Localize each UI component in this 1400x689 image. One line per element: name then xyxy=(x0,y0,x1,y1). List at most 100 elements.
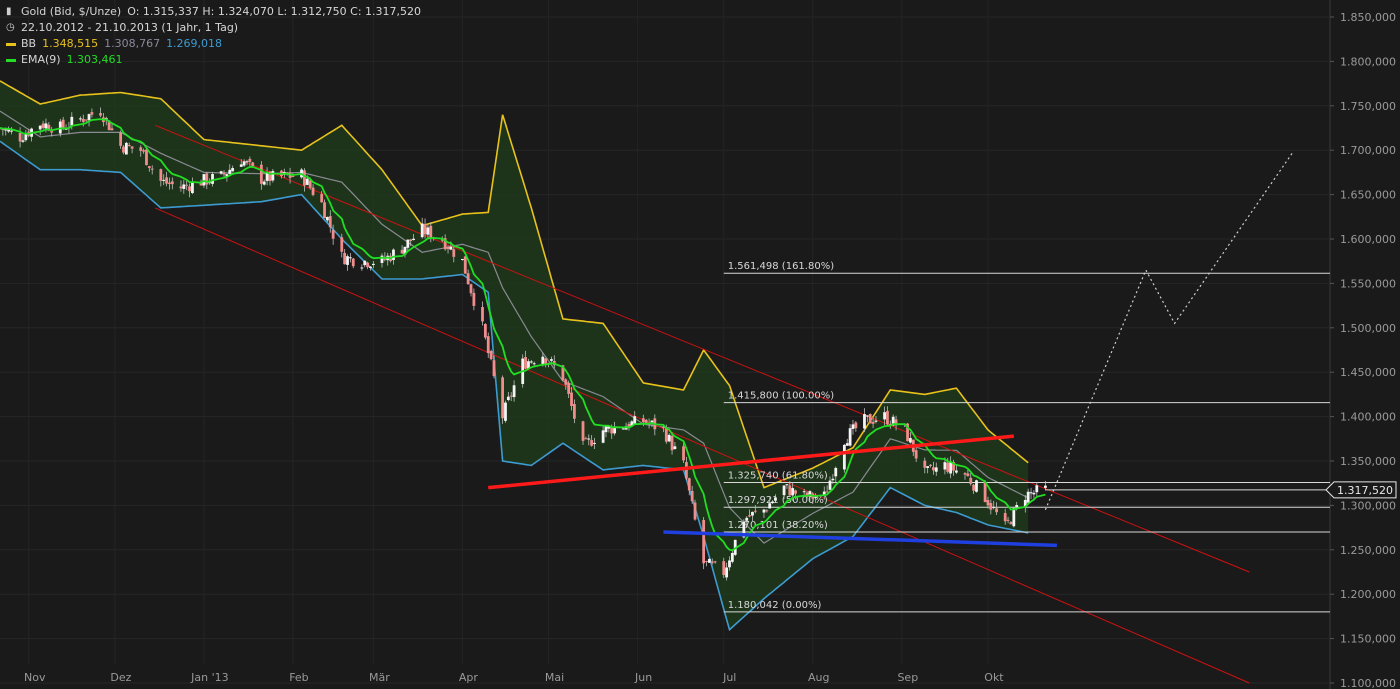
candle-body xyxy=(150,168,154,170)
candle-body xyxy=(791,488,795,496)
candle-body xyxy=(219,171,223,174)
candle-body xyxy=(122,146,125,153)
clock-icon: ◷ xyxy=(6,22,15,33)
candle-body xyxy=(182,184,186,189)
candle-body xyxy=(1003,513,1007,522)
candle-body xyxy=(308,180,312,188)
candle-body xyxy=(949,462,953,474)
candle-body xyxy=(340,237,344,252)
candle-body xyxy=(909,438,912,443)
candle-body xyxy=(44,123,48,129)
legend-bb-row[interactable]: BB 1.348,515 1.308,767 1.269,018 xyxy=(6,36,421,52)
candle-body xyxy=(79,118,82,120)
y-tick-label: 1.250,000 xyxy=(1340,544,1396,557)
fib-label: 1.180,042 (0.00%) xyxy=(728,600,822,611)
candle-body xyxy=(728,560,731,568)
candle-body xyxy=(363,260,367,266)
x-tick-label: Apr xyxy=(459,671,479,684)
y-tick-label: 1.650,000 xyxy=(1340,189,1396,202)
candle-body xyxy=(179,186,183,189)
candle-body xyxy=(472,292,476,306)
candle-body xyxy=(222,172,226,175)
candle-body xyxy=(946,462,950,472)
candle-body xyxy=(328,216,332,228)
candle-body xyxy=(1009,522,1013,525)
candle-body xyxy=(785,484,789,486)
candle-body xyxy=(245,161,249,163)
candle-body xyxy=(593,442,596,444)
candle-body xyxy=(231,168,235,172)
candle-body xyxy=(765,510,769,512)
candle-body xyxy=(191,181,194,194)
candle-body xyxy=(469,284,473,294)
candle-body xyxy=(923,460,927,468)
candle-body xyxy=(305,178,309,185)
candle-body xyxy=(400,249,404,254)
candle-body xyxy=(748,515,751,517)
candle-body xyxy=(139,147,143,151)
x-tick-label: Sep xyxy=(897,671,918,684)
candle-body xyxy=(463,256,467,274)
y-tick-label: 1.550,000 xyxy=(1340,277,1396,290)
candle-body xyxy=(929,464,932,466)
chart-legend: ▮ Gold (Bid, $/Unze) O: 1.315,337 H: 1.3… xyxy=(6,4,421,68)
candle-body xyxy=(38,125,42,130)
x-tick-label: Feb xyxy=(289,671,308,684)
candle-body xyxy=(667,434,671,442)
candle-body xyxy=(369,266,372,269)
candle-body xyxy=(1032,492,1036,495)
fib-label: 1.325,740 (61.80%) xyxy=(728,471,828,482)
candle-body xyxy=(584,438,588,440)
y-tick-label: 1.800,000 xyxy=(1340,55,1396,68)
candle-body xyxy=(926,466,930,468)
candle-body xyxy=(693,502,697,520)
projection-line xyxy=(1044,152,1293,511)
candle-body xyxy=(713,561,717,563)
y-tick-label: 1.200,000 xyxy=(1340,588,1396,601)
candle-body xyxy=(170,181,174,185)
ema-swatch xyxy=(6,58,16,62)
candle-body xyxy=(641,418,645,423)
y-tick-label: 1.500,000 xyxy=(1340,322,1396,335)
candle-body xyxy=(348,257,352,259)
candle-body xyxy=(486,336,490,354)
legend-ema-row[interactable]: EMA(9) 1.303,461 xyxy=(6,52,421,68)
y-axis: 1.850,000 1.800,000 1.750,000 1.700,000 1.65… xyxy=(1330,11,1396,689)
candle-body xyxy=(211,174,214,184)
candle-body xyxy=(914,450,918,459)
candle-body xyxy=(753,510,757,512)
candle-body xyxy=(567,382,571,394)
candle-body xyxy=(524,357,527,369)
candle-body xyxy=(10,130,13,132)
candle-body xyxy=(989,503,993,510)
candle-body xyxy=(311,187,315,195)
candle-body xyxy=(874,420,878,422)
candle-body xyxy=(886,410,889,425)
candle-body xyxy=(360,267,364,269)
candle-body xyxy=(802,491,806,493)
candle-body xyxy=(943,462,947,470)
candle-body xyxy=(291,175,295,177)
candle-body xyxy=(110,128,114,131)
candle-body xyxy=(883,412,886,420)
projection-path xyxy=(1044,152,1293,511)
candle-body xyxy=(573,404,576,419)
price-chart[interactable]: 1.561,498 (161.80%) 1.415,800 (100.00%) 1.… xyxy=(0,0,1400,689)
candle-body xyxy=(722,561,726,575)
fibonacci-levels: 1.561,498 (161.80%) 1.415,800 (100.00%) 1.… xyxy=(723,261,1330,613)
candle-body xyxy=(986,500,990,506)
candle-body xyxy=(702,519,706,564)
candle-body xyxy=(81,118,85,122)
bb-fill xyxy=(0,80,1029,630)
candle-body xyxy=(932,467,935,471)
candle-body xyxy=(848,428,852,446)
candle-body xyxy=(725,567,729,578)
candle-body xyxy=(466,273,470,285)
candle-body xyxy=(185,184,189,186)
candle-body xyxy=(165,177,168,184)
last-price-tag: 1.317,520 xyxy=(1045,481,1397,499)
candle-body xyxy=(771,501,774,504)
candle-body xyxy=(70,116,74,126)
candle-body xyxy=(532,363,536,365)
candle-body xyxy=(794,490,797,494)
